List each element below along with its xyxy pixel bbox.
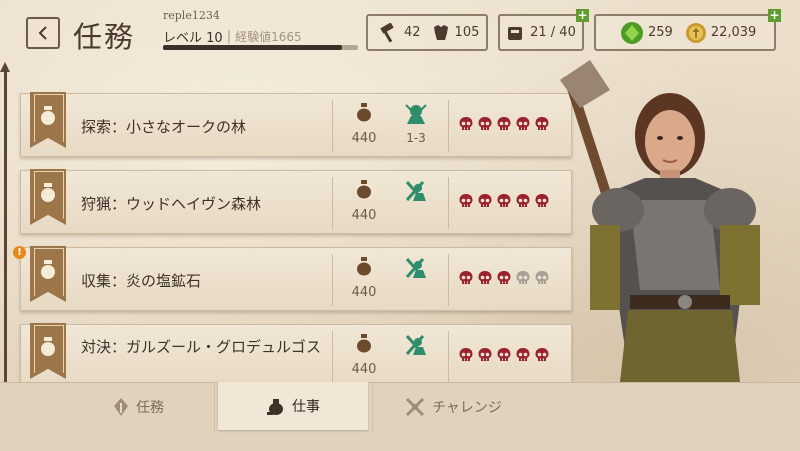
coin-bag-icon bbox=[357, 103, 371, 122]
card-divider bbox=[448, 100, 449, 152]
hammer-count: 42 bbox=[404, 25, 421, 40]
card-divider bbox=[332, 254, 333, 306]
skull-icon bbox=[478, 271, 492, 284]
skull-icon bbox=[497, 271, 511, 284]
armor-count: 105 bbox=[454, 25, 480, 40]
job-name: 対決：ガルズール・グロデュルゴス bbox=[81, 338, 322, 356]
page-title: 任務 bbox=[73, 20, 136, 54]
skull-icon bbox=[459, 271, 473, 284]
difficulty-rating bbox=[458, 116, 550, 132]
coin-bag-icon bbox=[357, 180, 371, 199]
skull-icon bbox=[535, 194, 549, 207]
gem-count: 259 bbox=[648, 25, 673, 40]
tab-challenges[interactable]: チャレンジ bbox=[372, 382, 533, 432]
skull-icon bbox=[478, 117, 492, 130]
skull-icon bbox=[516, 348, 530, 361]
xp-label: 経験値1665 bbox=[235, 30, 302, 44]
armor-icon bbox=[433, 24, 448, 40]
character-portrait bbox=[560, 60, 760, 382]
tab-jobs-label: 仕事 bbox=[292, 399, 320, 415]
skull-icon bbox=[497, 117, 511, 130]
tab-quests-label: 任務 bbox=[136, 400, 164, 416]
difficulty-rating bbox=[458, 347, 550, 363]
level-separator: | bbox=[226, 29, 232, 44]
skull-icon bbox=[535, 271, 549, 284]
enemy-level: 1-3 bbox=[406, 131, 426, 145]
skull-icon bbox=[497, 194, 511, 207]
enemy-icon bbox=[405, 181, 426, 201]
job-card[interactable]: 探索：小さなオークの林 440 1-3 bbox=[20, 92, 572, 157]
skull-icon bbox=[497, 348, 511, 361]
skull-icon bbox=[459, 348, 473, 361]
card-divider bbox=[332, 100, 333, 152]
resources-box[interactable]: 42 105 bbox=[366, 14, 488, 51]
add-currency-button[interactable]: + bbox=[768, 9, 781, 22]
job-banner bbox=[30, 169, 66, 225]
job-name: 狩猟：ウッドヘイヴン森林 bbox=[81, 195, 262, 213]
reward-value: 440 bbox=[351, 285, 377, 300]
coin-bag-icon bbox=[357, 257, 371, 276]
username: reple1234 bbox=[163, 9, 220, 22]
card-divider bbox=[448, 331, 449, 383]
level-info: レベル 10 | 経験値1665 bbox=[163, 27, 302, 46]
level-label: レベル 10 bbox=[163, 31, 223, 46]
skull-icon bbox=[459, 117, 473, 130]
timeline bbox=[4, 72, 7, 382]
tab-quests[interactable]: 任務 bbox=[62, 382, 215, 432]
skull-icon bbox=[535, 117, 549, 130]
skull-icon bbox=[459, 194, 473, 207]
hammer-icon bbox=[380, 22, 394, 43]
card-divider bbox=[332, 331, 333, 383]
job-banner bbox=[30, 92, 66, 148]
difficulty-rating bbox=[458, 270, 550, 286]
coin-bag-icon bbox=[41, 337, 55, 356]
currency-box[interactable]: 259 22,039 + bbox=[594, 9, 781, 51]
coin-bag-icon bbox=[41, 260, 55, 279]
job-card[interactable]: 収集：炎の塩鉱石 440 bbox=[20, 246, 572, 311]
xp-bar bbox=[163, 45, 358, 50]
quest-icon bbox=[114, 398, 128, 416]
back-button[interactable] bbox=[26, 17, 60, 49]
coin-bag-icon bbox=[41, 106, 55, 125]
tab-jobs[interactable]: 仕事 bbox=[218, 382, 368, 430]
inventory-icon bbox=[508, 26, 523, 40]
tab-challenges-label: チャレンジ bbox=[432, 400, 502, 416]
gold-count: 22,039 bbox=[710, 25, 757, 40]
skull-icon bbox=[516, 117, 530, 130]
challenge-icon bbox=[406, 397, 425, 417]
enemy-icon bbox=[405, 104, 427, 124]
gold-coin-icon bbox=[685, 22, 706, 43]
card-divider bbox=[448, 177, 449, 229]
difficulty-rating bbox=[458, 193, 550, 209]
gem-icon bbox=[621, 21, 643, 44]
enemy-icon bbox=[405, 258, 426, 278]
skull-icon bbox=[535, 348, 549, 361]
skull-icon bbox=[478, 348, 492, 361]
reward-value: 440 bbox=[351, 362, 377, 377]
job-banner bbox=[30, 246, 66, 302]
inventory-box[interactable]: 21 / 40 + bbox=[498, 9, 589, 51]
job-name: 収集：炎の塩鉱石 bbox=[81, 272, 202, 290]
card-divider bbox=[332, 177, 333, 229]
job-card[interactable]: 対決：ガルズール・グロデュルゴス 440 bbox=[20, 323, 572, 388]
job-name: 探索：小さなオークの林 bbox=[81, 118, 247, 136]
inventory-count: 21 / 40 bbox=[530, 25, 576, 40]
enemy-icon bbox=[405, 335, 426, 355]
job-card[interactable]: 狩猟：ウッドヘイヴン森林 440 bbox=[20, 169, 572, 234]
skull-icon bbox=[516, 271, 530, 284]
job-banner bbox=[30, 323, 66, 379]
alert-badge: ! bbox=[13, 246, 26, 259]
add-inventory-button[interactable]: + bbox=[576, 9, 589, 22]
reward-value: 440 bbox=[351, 131, 377, 146]
coin-bag-icon bbox=[357, 334, 371, 353]
back-icon bbox=[38, 26, 47, 40]
coin-bag-icon bbox=[41, 183, 55, 202]
timeline-arrow bbox=[0, 62, 10, 72]
xp-bar-fill bbox=[163, 45, 343, 50]
skull-icon bbox=[478, 194, 492, 207]
skull-icon bbox=[516, 194, 530, 207]
reward-value: 440 bbox=[351, 208, 377, 223]
jobs-icon bbox=[267, 399, 283, 415]
card-divider bbox=[448, 254, 449, 306]
